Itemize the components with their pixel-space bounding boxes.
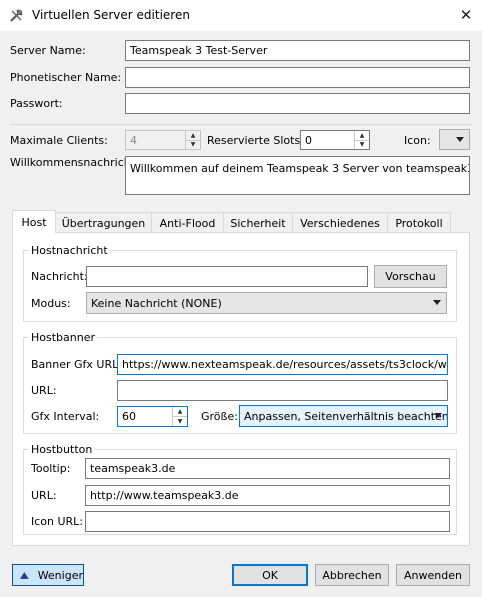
reserved-slots-label: Reservierte Slots:: [207, 134, 304, 147]
ok-button[interactable]: OK: [232, 564, 308, 586]
reserved-slots-value: 0: [305, 133, 312, 147]
window-title: Virtuellen Server editieren: [32, 8, 190, 22]
banner-url-input[interactable]: [117, 380, 448, 401]
banner-url-label: URL:: [31, 384, 57, 397]
icon-label: Icon:: [404, 134, 431, 147]
gfx-interval-stepper[interactable]: ▲ ▼: [172, 407, 187, 426]
message-input[interactable]: [86, 266, 368, 287]
spin-down-icon[interactable]: ▼: [355, 139, 369, 150]
preview-button[interactable]: Vorschau: [374, 265, 447, 288]
tools-icon: [10, 9, 23, 22]
tab-misc[interactable]: Verschiedenes: [292, 212, 388, 233]
mode-label: Modus:: [31, 297, 71, 310]
button-url-label: URL:: [31, 489, 57, 502]
mode-select-value: Keine Nachricht (NONE): [91, 296, 222, 310]
tab-security[interactable]: Sicherheit: [223, 212, 293, 233]
tab-log[interactable]: Protokoll: [387, 212, 451, 233]
less-button-label: Weniger: [37, 568, 83, 582]
message-label: Nachricht:: [31, 270, 88, 283]
size-label: Größe:: [201, 410, 238, 423]
spin-up-icon[interactable]: ▲: [173, 407, 187, 416]
tooltip-label: Tooltip:: [31, 462, 71, 475]
tooltip-input[interactable]: teamspeak3.de: [85, 458, 450, 479]
phonetic-name-input[interactable]: [125, 67, 470, 88]
chevron-down-icon: [456, 136, 464, 142]
max-clients-value: 4: [130, 133, 137, 147]
separator: [10, 124, 472, 125]
gfx-interval-value: 60: [122, 410, 136, 423]
size-select-value: Anpassen, Seitenverhältnis beachten: [244, 409, 448, 423]
phonetic-name-label: Phonetischer Name:: [10, 71, 122, 84]
banner-gfx-url-input[interactable]: https://www.nexteamspeak.de/resources/as…: [117, 354, 448, 375]
icon-url-input[interactable]: [85, 511, 450, 532]
spin-down-icon: ▼: [186, 139, 200, 150]
tab-transfers[interactable]: Übertragungen: [55, 212, 152, 233]
chevron-down-icon: [433, 300, 441, 305]
spin-down-icon[interactable]: ▼: [173, 416, 187, 426]
reserved-slots-stepper[interactable]: ▲ ▼: [354, 131, 369, 149]
icon-select[interactable]: [439, 129, 470, 150]
size-select[interactable]: Anpassen, Seitenverhältnis beachten: [239, 405, 448, 427]
spin-up-icon: ▲: [190, 131, 196, 139]
spin-up-icon[interactable]: ▲: [355, 131, 369, 140]
server-name-label: Server Name:: [10, 44, 86, 57]
icon-url-label: Icon URL:: [31, 515, 84, 528]
hostbutton-title: Hostbutton: [29, 443, 95, 456]
apply-button[interactable]: Anwenden: [396, 564, 470, 586]
reserved-slots-spinbox[interactable]: 0 ▲ ▼: [300, 130, 370, 150]
banner-gfx-url-label: Banner Gfx URL:: [31, 358, 122, 371]
welcome-message-textarea[interactable]: Willkommen auf deinem Teamspeak 3 Server…: [125, 156, 470, 195]
max-clients-label: Maximale Clients:: [10, 134, 108, 147]
hostmessage-title: Hostnachricht: [29, 244, 110, 257]
close-icon: ✕: [459, 6, 473, 24]
tab-host[interactable]: Host: [12, 210, 56, 233]
password-label: Passwort:: [10, 97, 63, 110]
button-url-input[interactable]: http://www.teamspeak3.de: [85, 485, 450, 506]
less-button[interactable]: Weniger: [12, 564, 84, 586]
close-button[interactable]: ✕: [452, 2, 480, 28]
server-name-input[interactable]: Teamspeak 3 Test-Server: [125, 40, 470, 61]
cancel-button[interactable]: Abbrechen: [315, 564, 389, 586]
gfx-interval-label: Gfx Interval:: [31, 410, 100, 423]
password-input[interactable]: [125, 93, 470, 114]
mode-select[interactable]: Keine Nachricht (NONE): [86, 292, 447, 314]
chevron-down-icon: [434, 413, 442, 418]
tab-bar: Host Übertragungen Anti-Flood Sicherheit…: [12, 210, 451, 233]
tab-anti-flood[interactable]: Anti-Flood: [151, 212, 224, 233]
max-clients-stepper: ▲ ▼: [185, 131, 200, 149]
triangle-up-icon: [19, 571, 29, 579]
max-clients-spinbox: 4 ▲ ▼: [125, 130, 201, 150]
welcome-message-label: Willkommensnachricht:: [10, 156, 139, 169]
hostbanner-title: Hostbanner: [29, 331, 98, 344]
gfx-interval-spinbox[interactable]: 60 ▲ ▼: [117, 406, 188, 427]
